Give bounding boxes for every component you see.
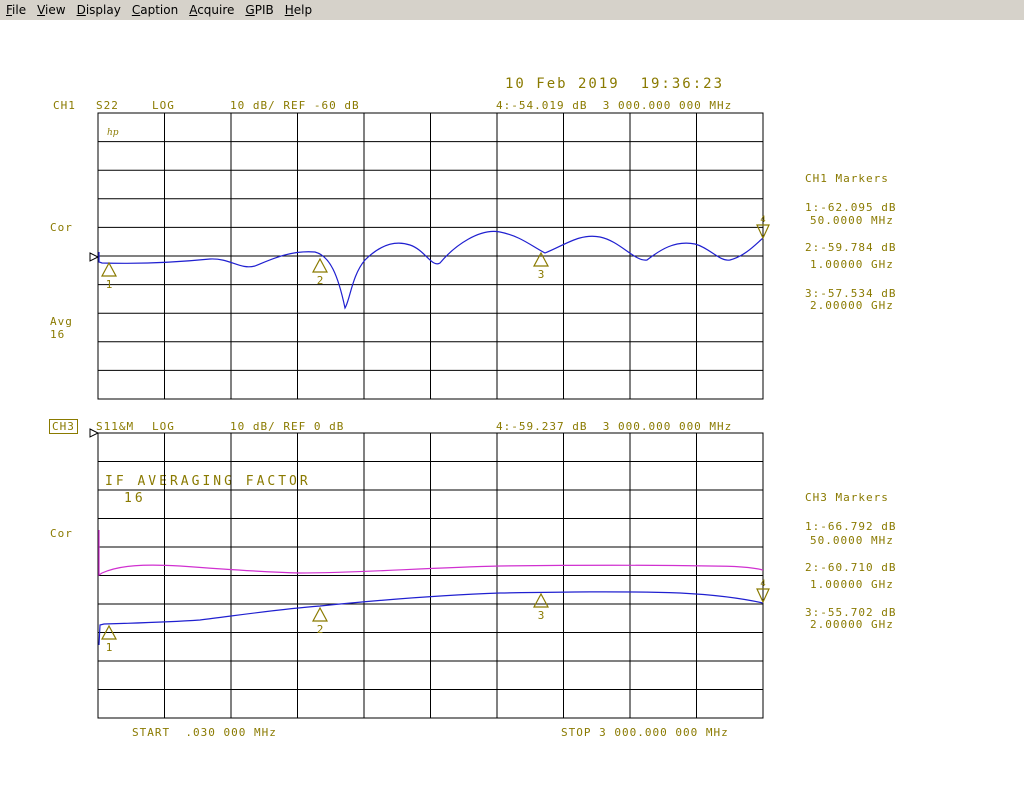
ch3-m4-marker-number: 4 <box>760 579 765 589</box>
ch1-m4-marker-number: 4 <box>760 215 765 225</box>
ch3-m3-marker-number: 3 <box>538 609 545 622</box>
hp-logo: hp <box>107 128 119 138</box>
ch3-m2-marker-number: 2 <box>317 623 324 636</box>
ch3-m3-marker-symbol <box>532 592 550 608</box>
ch3-reference-marker <box>89 428 100 438</box>
ch1-m2-marker-number: 2 <box>317 274 324 287</box>
ch1-m2-marker-symbol <box>311 257 329 273</box>
ch1-m1-marker-symbol <box>100 261 118 277</box>
analyzer-display: hp 1 2 3 4 1 2 3 4 <box>89 112 770 719</box>
ch3-m2-marker-symbol <box>311 606 329 622</box>
ch1-reference-marker <box>89 252 100 262</box>
ch1-m3-marker-symbol <box>532 251 550 267</box>
ch3-m1-marker-number: 1 <box>106 641 113 654</box>
ch1-m1-marker-number: 1 <box>106 278 113 291</box>
ch1-m3-marker-number: 3 <box>538 268 545 281</box>
